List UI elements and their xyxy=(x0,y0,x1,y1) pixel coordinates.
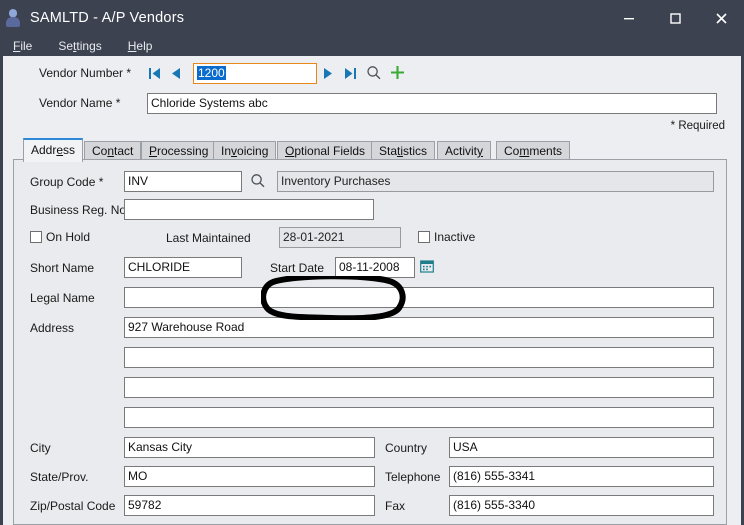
telephone-label: Telephone xyxy=(385,470,441,484)
menu-bar: FFileile Settings Help xyxy=(3,36,741,56)
tab-strip: Address Contact Processing Invoicing Opt… xyxy=(13,138,727,162)
address-line-4-input[interactable] xyxy=(124,407,714,428)
vendor-number-input[interactable]: 1200 xyxy=(193,63,317,84)
address-label: Address xyxy=(30,321,75,335)
vendor-name-label: Vendor Name * xyxy=(39,96,121,110)
group-code-description: Inventory Purchases xyxy=(277,171,714,192)
previous-record-icon[interactable] xyxy=(171,67,181,80)
last-maintained-label: Last Maintained xyxy=(166,231,251,245)
country-label: Country xyxy=(385,441,428,455)
inactive-label: Inactive xyxy=(434,230,476,244)
address-line-1-input[interactable]: 927 Warehouse Road xyxy=(124,317,714,338)
new-record-plus-icon[interactable] xyxy=(390,65,405,80)
fax-input[interactable]: (816) 555-3340 xyxy=(449,495,714,516)
telephone-input[interactable]: (816) 555-3341 xyxy=(449,466,714,487)
address-line-3-input[interactable] xyxy=(124,377,714,398)
vendor-person-icon xyxy=(3,0,26,36)
app-window: SAMLTD - A/P Vendors FFileile Settings H… xyxy=(0,0,744,525)
menu-help[interactable]: Help xyxy=(128,39,153,53)
tab-processing[interactable]: Processing xyxy=(141,141,217,160)
first-record-icon[interactable] xyxy=(149,67,161,80)
maximize-button[interactable] xyxy=(652,0,698,36)
zip-postal-code-input[interactable]: 59782 xyxy=(124,495,375,516)
tab-invoicing[interactable]: Invoicing xyxy=(213,141,277,160)
search-magnifier-icon[interactable] xyxy=(366,65,382,81)
close-button[interactable] xyxy=(698,0,741,36)
tab-address[interactable]: Address xyxy=(23,138,84,162)
start-date-label: Start Date xyxy=(270,261,325,275)
client-area: Vendor Number * 1200 Vendor Name * Chlor… xyxy=(3,56,741,525)
fax-label: Fax xyxy=(385,499,406,513)
on-hold-checkbox[interactable]: On Hold xyxy=(30,230,90,244)
title-bar: SAMLTD - A/P Vendors xyxy=(3,0,741,36)
state-prov-input[interactable]: MO xyxy=(124,466,375,487)
group-code-finder-icon[interactable] xyxy=(250,173,266,189)
start-date-input[interactable]: 08-11-2008 xyxy=(335,257,415,278)
tab-contact[interactable]: Contact xyxy=(84,141,142,160)
window-title: SAMLTD - A/P Vendors xyxy=(30,10,185,26)
calendar-picker-icon[interactable] xyxy=(420,259,434,273)
country-input[interactable]: USA xyxy=(449,437,714,458)
vendor-name-input[interactable]: Chloride Systems abc xyxy=(147,93,717,114)
last-record-icon[interactable] xyxy=(344,67,356,80)
tab-activity[interactable]: Activity xyxy=(437,141,492,160)
next-record-icon[interactable] xyxy=(323,67,333,80)
tab-optional-fields[interactable]: Optional Fields xyxy=(277,141,374,160)
address-line-2-input[interactable] xyxy=(124,347,714,368)
group-code-input[interactable]: INV xyxy=(124,171,242,192)
tab-statistics[interactable]: Statistics xyxy=(371,141,436,160)
window-controls xyxy=(606,0,741,36)
inactive-checkbox[interactable]: Inactive xyxy=(418,230,475,244)
legal-name-input[interactable] xyxy=(124,287,714,308)
tab-comments[interactable]: Comments xyxy=(496,141,571,160)
vendor-header-form: Vendor Number * 1200 Vendor Name * Chlor… xyxy=(3,56,741,134)
short-name-input[interactable]: CHLORIDE xyxy=(124,257,242,278)
zip-postal-code-label: Zip/Postal Code xyxy=(30,499,116,513)
menu-file[interactable]: FFileile xyxy=(13,39,32,53)
group-code-label: Group Code * xyxy=(30,175,104,189)
menu-settings[interactable]: Settings xyxy=(58,39,101,53)
business-reg-no-input[interactable] xyxy=(124,199,374,220)
city-label: City xyxy=(30,441,51,455)
minimize-button[interactable] xyxy=(606,0,652,36)
business-reg-no-label: Business Reg. No. xyxy=(30,203,130,217)
on-hold-label: On Hold xyxy=(46,230,91,244)
vendor-number-value: 1200 xyxy=(197,66,226,80)
address-tab-panel: Group Code * INV Inventory Purchases Bus… xyxy=(13,159,727,525)
inactive-checkbox-box xyxy=(418,231,430,243)
required-note: * Required xyxy=(670,120,725,132)
city-input[interactable]: Kansas City xyxy=(124,437,375,458)
short-name-label: Short Name xyxy=(30,261,95,275)
last-maintained-date-field: 28-01-2021 xyxy=(279,227,401,248)
legal-name-label: Legal Name xyxy=(30,291,95,305)
vendor-number-label: Vendor Number * xyxy=(39,66,132,80)
state-prov-label: State/Prov. xyxy=(30,470,89,484)
on-hold-checkbox-box xyxy=(30,231,42,243)
